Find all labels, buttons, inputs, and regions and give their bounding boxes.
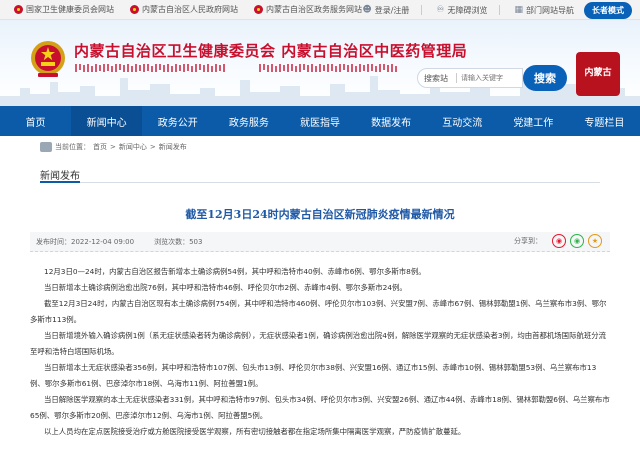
article-title: 截至12月3日24时内蒙古自治区新冠肺炎疫情最新情况 [185, 208, 455, 221]
article-paragraph: 当日新增境外输入确诊病例1例（系无症状感染者转为确诊病例），无症状感染者1例，确… [30, 331, 607, 356]
breadcrumb: 当前位置： 首页 > 新闻中心 > 新闻发布 [40, 140, 190, 154]
main-nav: 首页 新闻中心 政务公开 政务服务 就医指导 数据发布 互动交流 党建工作 专题… [0, 106, 640, 136]
national-emblem-icon [130, 5, 139, 14]
national-emblem-icon [254, 5, 263, 14]
weibo-share-icon[interactable]: ◉ [552, 234, 566, 248]
link-nmg-gov-label: 内蒙古自治区人民政府网站 [142, 5, 238, 14]
login-link[interactable]: ☻ 登录/注册 [362, 5, 409, 16]
nav-news[interactable]: 新闻中心 [71, 106, 143, 136]
accessibility-icon: ♾ [436, 5, 445, 15]
nav-medical-guide[interactable]: 就医指导 [284, 106, 355, 136]
top-bar: 国家卫生健康委员会网站 内蒙古自治区人民政府网站 内蒙古自治区政务服务网站 ☻ 登… [0, 0, 640, 20]
elder-mode-button[interactable]: 长者模式 [584, 1, 632, 19]
national-emblem-icon [14, 5, 23, 14]
article-meta: 发布时间：2022-12-04 09:00 浏览次数：503 分享到： ◉ ◉ … [30, 232, 610, 252]
article-body: 12月3日0—24时，内蒙古自治区报告新增本土确诊病例54例，其中呼和浩特市40… [30, 264, 610, 440]
accessibility-link[interactable]: ♾ 无障碍浏览 [436, 5, 487, 16]
search-button[interactable]: 搜索 [523, 65, 567, 91]
breadcrumb-prefix: 当前位置： [55, 143, 90, 151]
link-nmg-service[interactable]: 内蒙古自治区政务服务网站 [254, 4, 362, 15]
accessibility-label: 无障碍浏览 [447, 5, 488, 15]
grid-icon: ▦ [514, 5, 523, 15]
nav-gov-affairs[interactable]: 政务公开 [142, 106, 213, 136]
article-paragraph: 截至12月3日24时，内蒙古自治区现有本土确诊病例754例，其中呼和浩特市460… [30, 299, 607, 324]
section-accent-bar [40, 181, 80, 183]
view-count: 浏览次数：503 [154, 237, 203, 246]
seal-text: 内蒙古 [584, 68, 612, 79]
article-paragraph: 以上人员均在定点医院接受治疗或方舱医院接受医学观察，所有密切接触者都在指定场所集… [44, 427, 466, 436]
divider [456, 73, 457, 83]
mongolian-script-title [75, 64, 397, 72]
search-box: 搜索站 [417, 68, 523, 88]
article-paragraph: 当日新增本土无症状感染者356例，其中呼和浩特市107例、包头市13例、呼伦贝尔… [30, 363, 597, 388]
link-nmg-gov[interactable]: 内蒙古自治区人民政府网站 [130, 4, 238, 15]
breadcrumb-separator: > [110, 143, 116, 151]
nav-data[interactable]: 数据发布 [356, 106, 427, 136]
seal-logo: 内蒙古 [576, 52, 620, 96]
divider [499, 5, 501, 15]
link-nhc[interactable]: 国家卫生健康委员会网站 [14, 4, 114, 15]
nav-topics[interactable]: 专题栏目 [569, 106, 640, 136]
location-icon [40, 142, 52, 152]
user-icon: ☻ [362, 5, 372, 15]
dept-nav-link[interactable]: ▦ 部门网站导航 [514, 5, 574, 16]
article-paragraph: 12月3日0—24时，内蒙古自治区报告新增本土确诊病例54例，其中呼和浩特市40… [44, 267, 426, 276]
breadcrumb-separator: > [149, 143, 156, 151]
nav-services[interactable]: 政务服务 [213, 106, 284, 136]
qzone-share-icon[interactable]: ★ [588, 234, 602, 248]
article-paragraph: 当日解除医学观察的本土无症状感染者331例，其中呼和浩特市97例、包头市34例、… [30, 395, 610, 420]
divider [421, 5, 423, 15]
article-paragraph: 当日新增本土确诊病例治愈出院76例，其中呼和浩特市46例、呼伦贝尔市2例、赤峰市… [44, 283, 407, 292]
publish-time: 发布时间：2022-12-04 09:00 [36, 237, 135, 246]
national-emblem [31, 41, 65, 77]
share-bar: 分享到： ◉ ◉ ★ [514, 234, 602, 248]
link-nhc-label: 国家卫生健康委员会网站 [26, 5, 114, 14]
nav-interaction[interactable]: 互动交流 [427, 106, 498, 136]
site-header: 内蒙古自治区卫生健康委员会 内蒙古自治区中医药管理局 搜索站 搜索 内蒙古 [0, 20, 640, 106]
breadcrumb-release[interactable]: 新闻发布 [159, 142, 187, 152]
site-title: 内蒙古自治区卫生健康委员会 内蒙古自治区中医药管理局 [74, 42, 468, 60]
nav-home[interactable]: 首页 [0, 106, 71, 136]
search-input[interactable] [461, 74, 521, 82]
top-links: 国家卫生健康委员会网站 内蒙古自治区人民政府网站 内蒙古自治区政务服务网站 [14, 4, 378, 15]
share-label: 分享到： [514, 237, 542, 245]
dept-nav-label: 部门网站导航 [526, 5, 574, 15]
breadcrumb-news[interactable]: 新闻中心 [119, 142, 147, 152]
nav-party[interactable]: 党建工作 [498, 106, 569, 136]
breadcrumb-home[interactable]: 首页 [93, 142, 107, 152]
wechat-share-icon[interactable]: ◉ [570, 234, 584, 248]
divider [40, 182, 600, 183]
search-scope-select[interactable]: 搜索站 [418, 73, 452, 84]
section-title: 新闻发布 [40, 171, 80, 182]
login-label: 登录/注册 [374, 5, 410, 15]
top-right-tools: ☻ 登录/注册 ♾ 无障碍浏览 ▦ 部门网站导航 长者模式 [348, 0, 632, 20]
